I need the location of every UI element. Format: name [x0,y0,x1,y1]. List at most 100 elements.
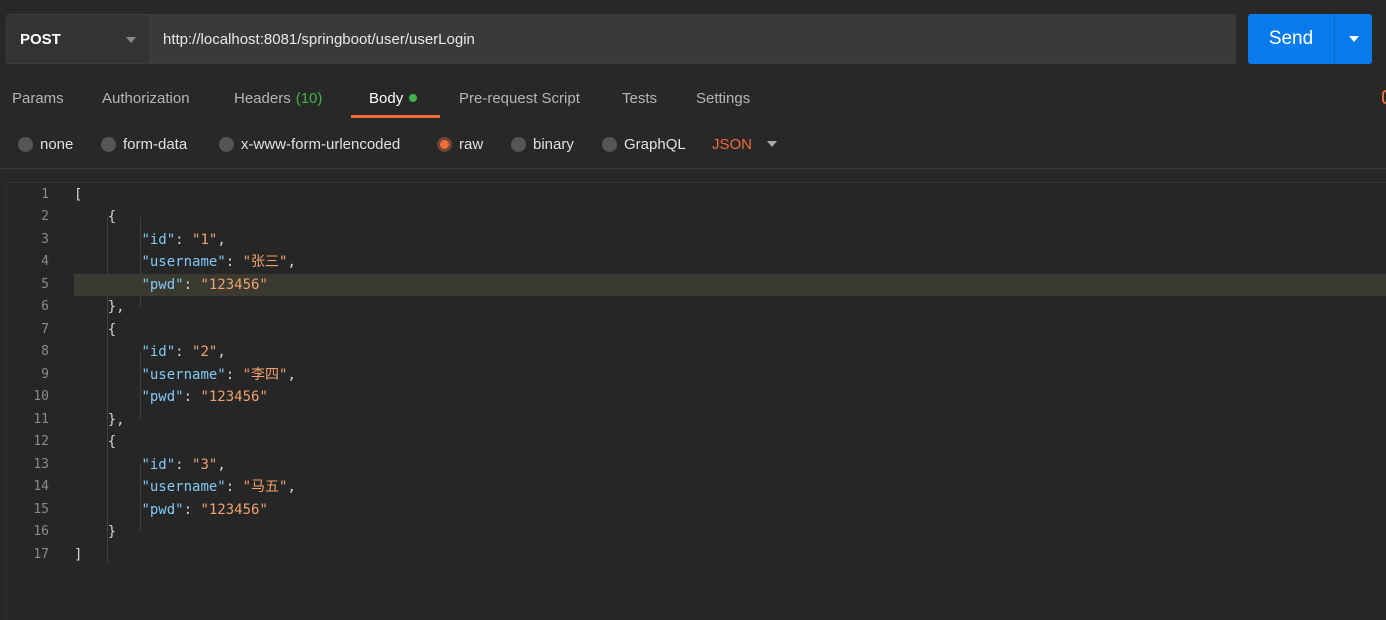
json-value: "123456" [200,276,268,293]
code-line[interactable]: 8 "id": "2", [7,341,1386,364]
code-line[interactable]: 2 { [7,206,1386,229]
line-number: 12 [33,434,49,449]
code-line[interactable]: 13 "id": "3", [7,454,1386,477]
send-options-button[interactable] [1334,14,1372,64]
tab-authorization[interactable]: Authorization [102,78,190,118]
code-line[interactable]: 9 "username": "李四", [7,364,1386,387]
json-separator: : [175,456,193,473]
json-key: "username" [141,479,226,495]
url-input[interactable]: http://localhost:8081/springboot/user/us… [150,14,1236,64]
code-line[interactable]: 12 { [7,431,1386,454]
tab-tests[interactable]: Tests [622,78,657,118]
code-text: { [74,209,117,225]
send-button[interactable]: Send [1248,14,1334,64]
chevron-down-icon [1348,36,1359,42]
code-line[interactable]: 10 "pwd": "123456" [7,386,1386,409]
json-value: "123456" [200,389,268,405]
code-text: "pwd": "123456" [74,499,1386,522]
code-text: "id": "2", [74,341,1386,364]
code-text: { [74,434,117,450]
radio-circle-icon [219,136,234,152]
line-number: 17 [33,546,49,562]
line-number: 9 [41,366,49,382]
code-line[interactable]: 6 }, [7,296,1386,319]
json-key: "pwd" [141,501,184,518]
line-number: 4 [41,254,49,269]
code-text: "username": "张三", [74,251,1386,274]
code-text: }, [74,411,125,428]
code-line[interactable]: 3 "id": "1", [7,229,1386,252]
tab-label: Pre-request Script [459,89,580,107]
tab-label: Body [369,89,404,107]
line-number: 7 [41,321,49,337]
divider [0,168,1386,169]
tab-label: Params [12,89,64,107]
radio-selected-icon [437,136,452,152]
code-line[interactable]: 16 } [7,521,1386,544]
tab-body[interactable]: Body [369,78,418,118]
code-line[interactable]: 1[ [7,184,1386,207]
code-text: "username": "李四", [74,364,1386,387]
code-line[interactable]: 15 "pwd": "123456" [7,499,1386,522]
method-select[interactable]: POST [6,14,150,64]
radio-binary[interactable]: binary [511,128,574,160]
code-line[interactable]: 17] [7,544,1386,567]
line-number: 11 [33,411,49,427]
radio-label: GraphQL [624,135,686,153]
code-line[interactable]: 7 { [7,319,1386,342]
radio-graphql[interactable]: GraphQL [602,128,686,160]
tab-pre-request-script[interactable]: Pre-request Script [459,78,580,118]
active-tab-indicator [351,115,440,118]
json-separator: : [183,389,201,405]
line-number: 14 [33,479,49,494]
tab-headers[interactable]: Headers (10) [234,78,322,118]
active-dot-icon [409,94,418,102]
body-type-selector: none form-data x-www-form-urlencoded raw… [0,128,1386,160]
format-label: JSON [712,135,753,153]
json-key: "username" [141,254,226,270]
radio-label: raw [459,135,484,153]
radio-raw[interactable]: raw [437,128,483,160]
cookies-icon[interactable] [1382,90,1386,104]
json-key: "pwd" [141,389,184,405]
radio-circle-icon [511,136,526,152]
code-text: { [74,321,117,338]
url-text: http://localhost:8081/springboot/user/us… [163,30,475,48]
code-line[interactable]: 4 "username": "张三", [7,251,1386,274]
code-text: "pwd": "123456" [74,273,1386,296]
json-separator: : [175,344,193,360]
json-key: "pwd" [141,276,184,293]
tab-params[interactable]: Params [12,78,64,118]
method-label: POST [20,30,61,48]
radio-none[interactable]: none [18,128,73,160]
code-text: } [74,524,117,540]
json-punctuation: , [217,456,226,473]
radio-form-data[interactable]: form-data [101,128,187,160]
code-line[interactable]: 11 }, [7,409,1386,432]
line-number: 3 [41,231,49,247]
radio-label: x-www-form-urlencoded [241,135,401,153]
request-bar: POST http://localhost:8081/springboot/us… [6,14,1236,64]
code-line[interactable]: 14 "username": "马五", [7,476,1386,499]
json-value: "1" [192,231,218,248]
json-value: "3" [192,456,218,473]
json-value: "2" [192,344,218,360]
send-group: Send [1248,14,1372,64]
code-line[interactable]: 5 "pwd": "123456" [7,273,1386,296]
json-punctuation: , [217,344,226,360]
radio-label: form-data [123,135,188,153]
line-number: 10 [33,389,49,404]
json-punctuation: , [287,254,296,270]
format-select[interactable]: JSON [712,128,778,160]
line-number: 16 [33,524,49,539]
tab-settings[interactable]: Settings [696,78,750,118]
code-editor[interactable]: 1[2 {3 "id": "1", 4 "username": "张三", 5 "p… [6,182,1386,620]
json-separator: : [183,276,201,293]
json-separator: : [225,366,243,383]
radio-x-www-form-urlencoded[interactable]: x-www-form-urlencoded [219,128,400,160]
